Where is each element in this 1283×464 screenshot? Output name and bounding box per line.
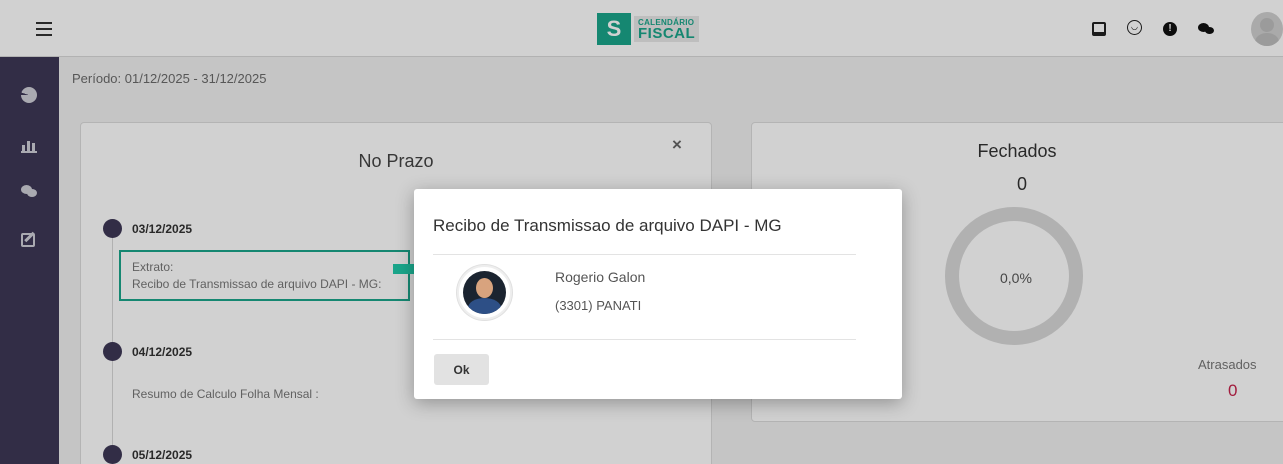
ok-button[interactable]: Ok (434, 354, 489, 385)
timeline-desc-line: Extrato: (132, 260, 174, 274)
edit-icon[interactable] (21, 233, 39, 251)
timeline-dot (103, 342, 122, 361)
atrasados-value: 0 (1228, 381, 1238, 400)
top-bar: S CALENDÁRIO FISCAL ◡ ! (0, 0, 1283, 57)
user-avatar[interactable] (1251, 12, 1283, 46)
tablet-icon[interactable] (1090, 20, 1108, 38)
close-icon[interactable]: × (672, 135, 682, 155)
sidebar (0, 57, 59, 464)
divider (433, 339, 856, 340)
pie-chart-icon[interactable] (21, 87, 39, 105)
timeline-date: 04/12/2025 (132, 345, 193, 359)
smile-icon[interactable]: ◡ (1127, 20, 1145, 38)
timeline-dot (103, 445, 122, 464)
atrasados-label: Atrasados (1198, 357, 1257, 372)
menu-icon[interactable] (36, 22, 52, 36)
chat-icon[interactable] (21, 185, 39, 203)
modal-title: Recibo de Transmissao de arquivo DAPI - … (433, 216, 782, 235)
logo-text: CALENDÁRIO FISCAL (634, 16, 700, 42)
user-company: (3301) PANATI (555, 298, 642, 313)
timeline-desc-line: Recibo de Transmissao de arquivo DAPI - … (132, 277, 382, 291)
timeline-date: 05/12/2025 (132, 448, 193, 462)
divider (433, 254, 856, 255)
timeline-date: 03/12/2025 (132, 222, 193, 236)
timeline-desc[interactable]: Resumo de Calculo Folha Mensal : (132, 386, 319, 403)
user-photo (457, 265, 512, 320)
timeline-desc[interactable]: Extrato: Recibo de Transmissao de arquiv… (132, 259, 381, 293)
user-name: Rogerio Galon (555, 269, 646, 285)
progress-percent: 0,0% (1000, 270, 1032, 286)
receipt-modal: Recibo de Transmissao de arquivo DAPI - … (414, 189, 902, 399)
no-prazo-title: No Prazo (358, 151, 434, 171)
timeline-dot (103, 219, 122, 238)
logo-mark: S (597, 13, 631, 45)
period-label: Período: 01/12/2025 - 31/12/2025 (72, 71, 267, 86)
fechados-count: 0 (1017, 174, 1028, 194)
chat-icon[interactable] (1198, 20, 1216, 38)
app-logo[interactable]: S CALENDÁRIO FISCAL (597, 13, 721, 45)
logo-big-text: FISCAL (638, 24, 696, 42)
fechados-title-text: Fechados (977, 141, 1057, 161)
alert-icon[interactable]: ! (1163, 20, 1181, 38)
bar-chart-icon[interactable] (21, 137, 39, 155)
